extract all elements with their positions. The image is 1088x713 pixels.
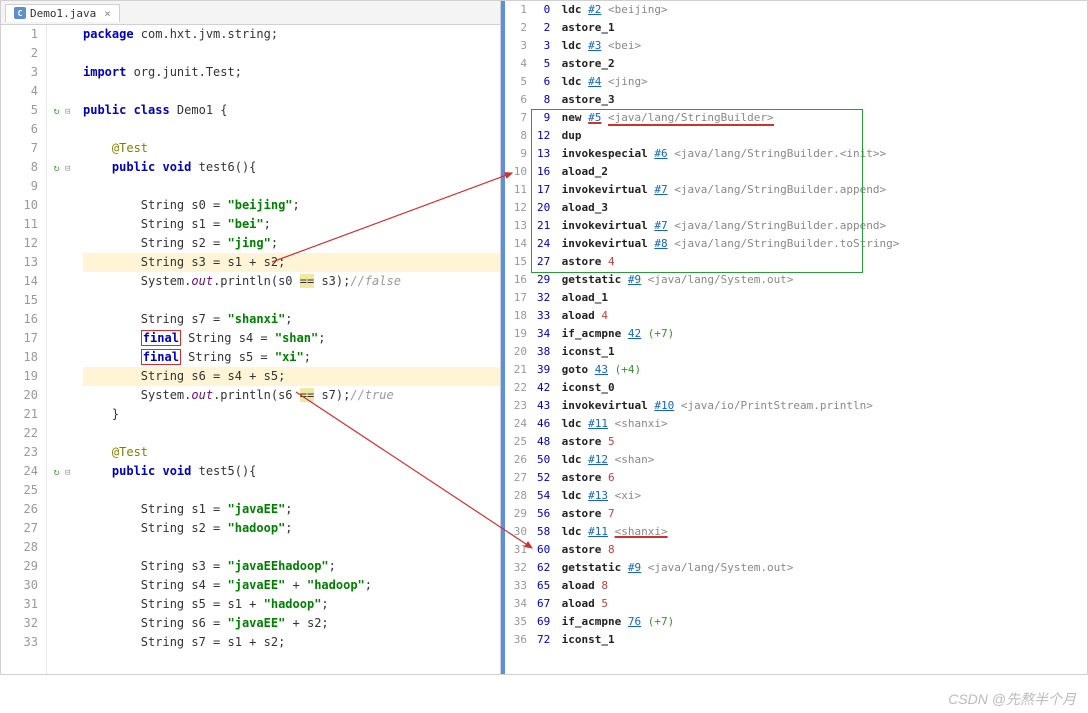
bytecode-line[interactable]: 46 ldc #11 <shanxi> <box>537 415 1087 433</box>
bytecode-line[interactable]: 65 aload 8 <box>537 577 1087 595</box>
code-line[interactable]: String s6 = s4 + s5; <box>83 367 500 386</box>
code-line[interactable] <box>83 424 500 443</box>
code-line[interactable]: String s6 = "javaEE" + s2; <box>83 614 500 633</box>
source-code-area[interactable]: package com.hxt.jvm.string; import org.ju… <box>77 25 500 674</box>
bytecode-line[interactable]: 72 iconst_1 <box>537 631 1087 649</box>
bytecode-line[interactable]: 33 aload 4 <box>537 307 1087 325</box>
code-line[interactable]: String s3 = s1 + s2; <box>83 253 500 272</box>
bytecode-line[interactable]: 24 invokevirtual #8 <java/lang/StringBui… <box>537 235 1087 253</box>
bytecode-line[interactable]: 16 aload_2 <box>537 163 1087 181</box>
gutter-markers: ↻ ⊟↻ ⊟↻ ⊟ <box>47 25 77 674</box>
bytecode-line[interactable]: 38 iconst_1 <box>537 343 1087 361</box>
code-line[interactable] <box>83 44 500 63</box>
tab-filename: Demo1.java <box>30 7 96 20</box>
bytecode-line[interactable]: 13 invokespecial #6 <java/lang/StringBui… <box>537 145 1087 163</box>
fold-icon[interactable]: ⊟ <box>60 107 71 117</box>
code-line[interactable] <box>83 177 500 196</box>
watermark: CSDN @先熬半个月 <box>948 689 1076 709</box>
code-line[interactable]: String s1 = "bei"; <box>83 215 500 234</box>
code-line[interactable]: public void test6(){ <box>83 158 500 177</box>
bytecode-line[interactable]: 32 aload_1 <box>537 289 1087 307</box>
bytecode-line[interactable]: 52 astore 6 <box>537 469 1087 487</box>
source-panel: Demo1.java × 123456789101112131415161718… <box>1 1 501 674</box>
ide-container: Demo1.java × 123456789101112131415161718… <box>0 0 1088 675</box>
code-line[interactable]: System.out.println(s6 == s7);//true <box>83 386 500 405</box>
bytecode-line-gutter: 1234567891011121314151617181920212223242… <box>505 1 533 674</box>
code-line[interactable]: String s3 = "javaEEhadoop"; <box>83 557 500 576</box>
code-line[interactable]: } <box>83 405 500 424</box>
code-line[interactable]: String s4 = "javaEE" + "hadoop"; <box>83 576 500 595</box>
bytecode-line[interactable]: 58 ldc #11 <shanxi> <box>537 523 1087 541</box>
file-tab[interactable]: Demo1.java × <box>5 4 120 22</box>
bytecode-line[interactable]: 6 ldc #4 <jing> <box>537 73 1087 91</box>
bytecode-line[interactable]: 43 invokevirtual #10 <java/io/PrintStrea… <box>537 397 1087 415</box>
code-line[interactable]: String s5 = s1 + "hadoop"; <box>83 595 500 614</box>
bytecode-line[interactable]: 42 iconst_0 <box>537 379 1087 397</box>
code-line[interactable]: System.out.println(s0 == s3);//false <box>83 272 500 291</box>
bytecode-line[interactable]: 8 astore_3 <box>537 91 1087 109</box>
bytecode-line[interactable]: 20 aload_3 <box>537 199 1087 217</box>
bytecode-line[interactable]: 27 astore 4 <box>537 253 1087 271</box>
bytecode-line[interactable]: 9 new #5 <java/lang/StringBuilder> <box>537 109 1087 127</box>
bytecode-line[interactable]: 56 astore 7 <box>537 505 1087 523</box>
code-line[interactable] <box>83 82 500 101</box>
bytecode-line[interactable]: 67 aload 5 <box>537 595 1087 613</box>
code-line[interactable]: final String s4 = "shan"; <box>83 329 500 348</box>
code-line[interactable]: @Test <box>83 443 500 462</box>
code-line[interactable]: String s0 = "beijing"; <box>83 196 500 215</box>
bytecode-line[interactable]: 39 goto 43 (+4) <box>537 361 1087 379</box>
bytecode-line[interactable]: 50 ldc #12 <shan> <box>537 451 1087 469</box>
code-line[interactable]: String s7 = "shanxi"; <box>83 310 500 329</box>
code-line[interactable] <box>83 481 500 500</box>
java-class-icon <box>14 7 26 19</box>
bytecode-line[interactable]: 12 dup <box>537 127 1087 145</box>
bytecode-line[interactable]: 2 astore_1 <box>537 19 1087 37</box>
code-line[interactable] <box>83 120 500 139</box>
close-icon[interactable]: × <box>104 7 111 20</box>
fold-icon[interactable]: ⊟ <box>60 468 71 478</box>
code-line[interactable]: @Test <box>83 139 500 158</box>
code-line[interactable]: final String s5 = "xi"; <box>83 348 500 367</box>
bytecode-panel: 1234567891011121314151617181920212223242… <box>501 1 1087 674</box>
fold-icon[interactable]: ⊟ <box>60 164 71 174</box>
code-line[interactable]: String s7 = s1 + s2; <box>83 633 500 652</box>
line-number-gutter: 1234567891011121314151617181920212223242… <box>1 25 47 674</box>
bytecode-line[interactable]: 54 ldc #13 <xi> <box>537 487 1087 505</box>
bytecode-line[interactable]: 62 getstatic #9 <java/lang/System.out> <box>537 559 1087 577</box>
code-line[interactable] <box>83 538 500 557</box>
bytecode-line[interactable]: 21 invokevirtual #7 <java/lang/StringBui… <box>537 217 1087 235</box>
bytecode-viewer[interactable]: 1234567891011121314151617181920212223242… <box>501 1 1087 674</box>
bytecode-line[interactable]: 17 invokevirtual #7 <java/lang/StringBui… <box>537 181 1087 199</box>
code-line[interactable]: String s1 = "javaEE"; <box>83 500 500 519</box>
bytecode-line[interactable]: 48 astore 5 <box>537 433 1087 451</box>
code-line[interactable]: import org.junit.Test; <box>83 63 500 82</box>
source-editor[interactable]: 1234567891011121314151617181920212223242… <box>1 25 500 674</box>
code-line[interactable]: String s2 = "jing"; <box>83 234 500 253</box>
bytecode-area[interactable]: 0 ldc #2 <beijing> 2 astore_1 3 ldc #3 <… <box>533 1 1087 674</box>
code-line[interactable]: public void test5(){ <box>83 462 500 481</box>
bytecode-line[interactable]: 5 astore_2 <box>537 55 1087 73</box>
code-line[interactable]: public class Demo1 { <box>83 101 500 120</box>
bytecode-line[interactable]: 3 ldc #3 <bei> <box>537 37 1087 55</box>
bytecode-line[interactable]: 29 getstatic #9 <java/lang/System.out> <box>537 271 1087 289</box>
code-line[interactable]: package com.hxt.jvm.string; <box>83 25 500 44</box>
bytecode-line[interactable]: 69 if_acmpne 76 (+7) <box>537 613 1087 631</box>
bytecode-line[interactable]: 0 ldc #2 <beijing> <box>537 1 1087 19</box>
code-line[interactable]: String s2 = "hadoop"; <box>83 519 500 538</box>
bytecode-line[interactable]: 60 astore 8 <box>537 541 1087 559</box>
code-line[interactable] <box>83 291 500 310</box>
editor-tab-bar: Demo1.java × <box>1 1 500 25</box>
bytecode-line[interactable]: 34 if_acmpne 42 (+7) <box>537 325 1087 343</box>
